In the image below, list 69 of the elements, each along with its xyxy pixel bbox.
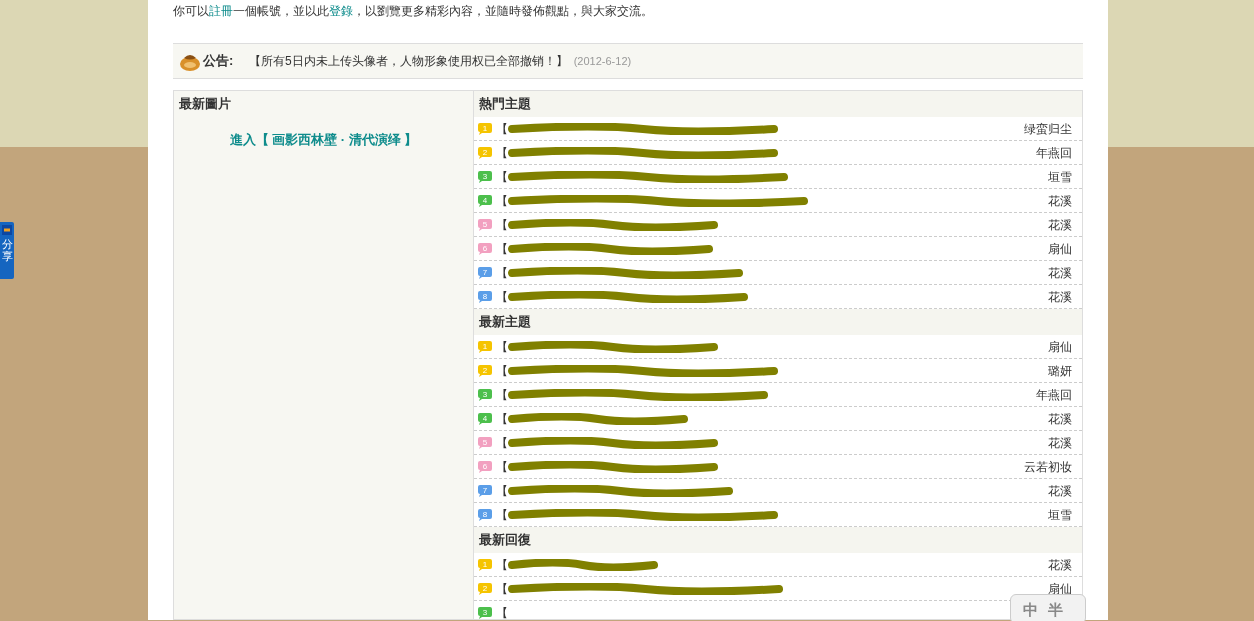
topic-link[interactable]: 【: [496, 385, 508, 404]
author-name: 扇仙: [1048, 580, 1072, 598]
topic-link[interactable]: 【: [496, 505, 508, 524]
number-badge: 7: [478, 484, 492, 497]
author-name: 花溪: [1048, 288, 1072, 306]
notice-text: 【所有5日内未上传头像者，人物形象使用权已全部撤销！】: [249, 53, 568, 70]
number-badge: 1: [478, 558, 492, 571]
topic-link[interactable]: 【: [496, 481, 508, 500]
share-button[interactable]: 分享: [0, 222, 14, 279]
number-badge: 4: [478, 412, 492, 425]
topic-link[interactable]: 【: [496, 337, 508, 356]
section-header: 最新主題: [474, 309, 1082, 335]
author-name: 花溪: [1048, 556, 1072, 574]
section-header: 熱門主題: [474, 91, 1082, 117]
topic-link[interactable]: 【: [496, 361, 508, 380]
author-name: 花溪: [1048, 434, 1072, 452]
number-badge: 6: [478, 242, 492, 255]
author-name: 花溪: [1048, 410, 1072, 428]
notice-label: 公告:: [203, 52, 235, 71]
number-badge: 3: [478, 606, 492, 619]
topic-link[interactable]: 【: [496, 579, 508, 598]
topic-link[interactable]: 【: [496, 433, 508, 452]
topic-link[interactable]: 【: [496, 603, 508, 619]
topic-link[interactable]: 【: [496, 143, 508, 162]
author-name: 扇仙: [1048, 338, 1072, 356]
author-name: 花溪: [1048, 216, 1072, 234]
number-badge: 2: [478, 364, 492, 377]
author-name: 花溪: [1048, 482, 1072, 500]
author-name: 璐妍: [1048, 362, 1072, 380]
topic-link[interactable]: 【: [496, 239, 508, 258]
register-link[interactable]: 註冊: [209, 4, 233, 18]
number-badge: 5: [478, 436, 492, 449]
login-link[interactable]: 登錄: [329, 4, 353, 18]
author-name: 绿蛮归尘: [1024, 120, 1072, 138]
number-badge: 5: [478, 218, 492, 231]
number-badge: 2: [478, 146, 492, 159]
topic-link[interactable]: 【: [496, 215, 508, 234]
notice-date: (2012-6-12): [573, 53, 632, 69]
author-name: 年燕回: [1036, 144, 1072, 162]
topic-link[interactable]: 【: [496, 191, 508, 210]
topic-link[interactable]: 【: [496, 409, 508, 428]
section-header: 最新回復: [474, 527, 1082, 553]
number-badge: 6: [478, 460, 492, 473]
number-badge: 1: [478, 340, 492, 353]
logo-icon: [2, 225, 12, 235]
topic-link[interactable]: 【: [496, 457, 508, 476]
number-badge: 3: [478, 170, 492, 183]
author-name: 云若初妆: [1024, 458, 1072, 476]
number-badge: 8: [478, 508, 492, 521]
topic-link[interactable]: 【: [496, 555, 508, 574]
intro-text: 你可以註冊一個帳號，並以此登錄，以劉覽更多精彩內容，並隨時發佈觀點，與大家交流。: [173, 3, 654, 20]
number-badge: 8: [478, 290, 492, 303]
topic-link[interactable]: 【: [496, 263, 508, 282]
author-name: 年燕回: [1036, 386, 1072, 404]
author-name: 垣雪: [1048, 168, 1072, 186]
author-name: 扇仙: [1048, 240, 1072, 258]
topic-link[interactable]: 【: [496, 119, 508, 138]
number-badge: 2: [478, 582, 492, 595]
pictures-title: 最新圖片: [179, 95, 232, 113]
number-badge: 3: [478, 388, 492, 401]
gallery-link[interactable]: 進入【 画影西林壁 · 清代演绎 】: [229, 132, 418, 147]
number-badge: 4: [478, 194, 492, 207]
author-name: 花溪: [1048, 264, 1072, 282]
topic-link[interactable]: 【: [496, 167, 508, 186]
topic-link[interactable]: 【: [496, 287, 508, 306]
author-name: 花溪: [1048, 192, 1072, 210]
number-badge: 7: [478, 266, 492, 279]
author-name: 垣雪: [1048, 506, 1072, 524]
number-badge: 1: [478, 122, 492, 135]
